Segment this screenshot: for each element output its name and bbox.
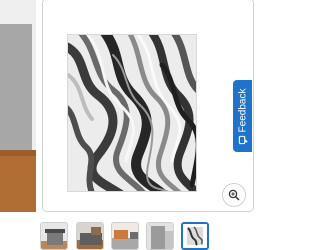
thumbnail-room-scene-1[interactable] — [40, 222, 68, 250]
main-product-image[interactable] — [67, 34, 197, 192]
room-scene-3-image — [112, 223, 138, 249]
room-scene-2-image — [77, 223, 103, 249]
feedback-label: Feedback — [237, 88, 249, 132]
feedback-icon — [238, 135, 248, 144]
room-floor-edge — [0, 150, 36, 156]
previous-image-peek — [0, 0, 36, 212]
zoom-button[interactable] — [222, 183, 246, 207]
room-scene-1-image — [41, 223, 67, 249]
zoom-in-icon — [228, 189, 240, 201]
thumbnail-room-scene-2[interactable] — [76, 222, 104, 250]
marble-rug-pattern — [68, 35, 196, 191]
room-scene-4-image — [147, 223, 173, 249]
room-floor — [0, 150, 36, 212]
thumbnail-room-scene-4[interactable] — [146, 222, 174, 250]
thumbnail-strip — [0, 222, 250, 250]
thumbnail-rug-top-view[interactable] — [181, 222, 209, 250]
rug-top-view-image — [183, 224, 207, 248]
feedback-tab[interactable]: Feedback — [233, 80, 252, 152]
thumbnail-room-scene-3[interactable] — [111, 222, 139, 250]
room-rug — [0, 24, 32, 156]
